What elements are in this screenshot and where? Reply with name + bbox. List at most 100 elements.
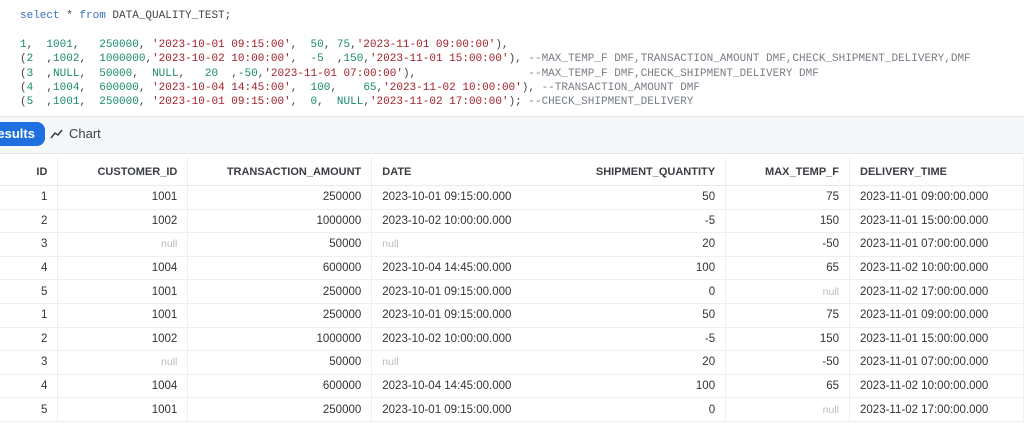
cell-shipment-quantity[interactable]: -5 (571, 327, 727, 352)
table-row[interactable]: 1 1001 250000 2023-10-01 09:15:00.000 50 75 20… (0, 185, 1024, 210)
cell-delivery-time[interactable]: 2023-11-01 09:00:00.000 (849, 303, 1024, 328)
cell-customer-id[interactable]: 1001 (57, 279, 189, 304)
code-token-punct: , (290, 82, 311, 95)
cell-max-temp-f[interactable]: 75 (725, 303, 851, 328)
sql-editor[interactable]: select * from DATA_QUALITY_TEST; 1, 1001… (0, 0, 1024, 116)
cell-customer-id[interactable]: 1004 (57, 374, 189, 399)
cell-date[interactable]: null (371, 232, 572, 257)
cell-customer-id[interactable]: 1004 (57, 256, 189, 281)
cell-transaction-amount[interactable]: 600000 (187, 374, 373, 399)
code-token-punct: , (33, 53, 54, 66)
cell-customer-id[interactable]: null (57, 350, 189, 375)
sql-code[interactable]: select * from DATA_QUALITY_TEST; 1, 1001… (20, 9, 971, 110)
cell-shipment-quantity[interactable]: -5 (571, 209, 727, 234)
cell-max-temp-f[interactable]: -50 (725, 232, 851, 257)
cell-shipment-quantity[interactable]: 100 (571, 256, 727, 281)
cell-transaction-amount[interactable]: 250000 (187, 397, 373, 422)
cell-max-temp-f[interactable]: 65 (725, 256, 851, 281)
cell-max-temp-f[interactable]: 150 (725, 209, 851, 234)
cell-max-temp-f[interactable]: -50 (725, 350, 851, 375)
code-token-punct: , (317, 96, 337, 109)
code-token-string: '2023-11-02 10:00:00' (383, 82, 522, 95)
cell-transaction-amount[interactable]: 250000 (187, 303, 373, 328)
table-row[interactable]: 5 1001 250000 2023-10-01 09:15:00.000 0 null 2… (0, 397, 1024, 422)
cell-date[interactable]: null (371, 350, 572, 375)
table-row[interactable]: 3 null 50000 null 20 -50 2023-11-01 07:00:00.0… (0, 350, 1024, 375)
cell-id[interactable]: 1 (0, 303, 59, 328)
column-header-id[interactable]: ID (0, 158, 59, 186)
cell-id[interactable]: 4 (0, 256, 59, 281)
table-row[interactable]: 2 1002 1000000 2023-10-02 10:00:00.000 -5 150… (0, 209, 1024, 234)
cell-shipment-quantity[interactable]: 0 (571, 397, 727, 422)
cell-shipment-quantity[interactable]: 50 (571, 303, 727, 328)
table-row[interactable]: 2 1002 1000000 2023-10-02 10:00:00.000 -5 150… (0, 327, 1024, 352)
cell-id[interactable]: 4 (0, 374, 59, 399)
cell-customer-id[interactable]: 1001 (57, 397, 189, 422)
cell-transaction-amount[interactable]: 1000000 (187, 327, 373, 352)
column-header-shipment-quantity[interactable]: SHIPMENT_QUANTITY (571, 158, 727, 186)
cell-delivery-time[interactable]: 2023-11-01 07:00:00.000 (849, 350, 1024, 375)
table-row[interactable]: 3 null 50000 null 20 -50 2023-11-01 07:00:00.0… (0, 232, 1024, 257)
column-header-transaction-amount[interactable]: TRANSACTION_AMOUNT (187, 158, 373, 186)
cell-date[interactable]: 2023-10-02 10:00:00.000 (371, 327, 572, 352)
cell-id[interactable]: 2 (0, 209, 59, 234)
cell-shipment-quantity[interactable]: 20 (571, 350, 727, 375)
cell-date[interactable]: 2023-10-01 09:15:00.000 (371, 397, 572, 422)
cell-shipment-quantity[interactable]: 100 (571, 374, 727, 399)
cell-id[interactable]: 5 (0, 397, 59, 422)
cell-transaction-amount[interactable]: 50000 (187, 350, 373, 375)
cell-shipment-quantity[interactable]: 0 (571, 279, 727, 304)
cell-max-temp-f[interactable]: 150 (725, 327, 851, 352)
table-row[interactable]: 4 1004 600000 2023-10-04 14:45:00.000 100 65 2… (0, 256, 1024, 281)
table-row[interactable]: 5 1001 250000 2023-10-01 09:15:00.000 0 null 2… (0, 279, 1024, 304)
cell-transaction-amount[interactable]: 600000 (187, 256, 373, 281)
cell-date[interactable]: 2023-10-01 09:15:00.000 (371, 185, 572, 210)
cell-delivery-time[interactable]: 2023-11-02 17:00:00.000 (849, 279, 1024, 304)
cell-customer-id[interactable]: 1001 (57, 303, 189, 328)
cell-delivery-time[interactable]: 2023-11-01 09:00:00.000 (849, 185, 1024, 210)
code-token-punct: , (132, 67, 153, 80)
cell-date[interactable]: 2023-10-04 14:45:00.000 (371, 256, 572, 281)
cell-max-temp-f[interactable]: 75 (725, 185, 851, 210)
cell-max-temp-f[interactable]: 65 (725, 374, 851, 399)
code-token-keyword: from (79, 10, 106, 22)
code-token-comment: --MAX_TEMP_F DMF,TRANSACTION_AMOUNT DMF,… (528, 53, 971, 66)
cell-customer-id[interactable]: 1002 (57, 327, 189, 352)
cell-delivery-time[interactable]: 2023-11-01 07:00:00.000 (849, 232, 1024, 257)
table-row[interactable]: 4 1004 600000 2023-10-04 14:45:00.000 100 65 2… (0, 374, 1024, 399)
cell-date[interactable]: 2023-10-04 14:45:00.000 (371, 374, 572, 399)
cell-id[interactable]: 3 (0, 350, 59, 375)
table-row[interactable]: 1 1001 250000 2023-10-01 09:15:00.000 50 75 20… (0, 303, 1024, 328)
chart-tab-button[interactable]: Chart (50, 122, 101, 146)
cell-shipment-quantity[interactable]: 20 (571, 232, 727, 257)
cell-date[interactable]: 2023-10-01 09:15:00.000 (371, 303, 572, 328)
column-header-delivery-time[interactable]: DELIVERY_TIME (849, 158, 1024, 186)
cell-id[interactable]: 3 (0, 232, 59, 257)
cell-delivery-time[interactable]: 2023-11-01 15:00:00.000 (849, 209, 1024, 234)
cell-date[interactable]: 2023-10-02 10:00:00.000 (371, 209, 572, 234)
cell-max-temp-f[interactable]: null (725, 397, 851, 422)
cell-shipment-quantity[interactable]: 50 (571, 185, 727, 210)
code-token-punct: * (59, 10, 80, 22)
cell-delivery-time[interactable]: 2023-11-02 10:00:00.000 (849, 256, 1024, 281)
column-header-max-temp-f[interactable]: MAX_TEMP_F (725, 158, 851, 186)
cell-delivery-time[interactable]: 2023-11-02 10:00:00.000 (849, 374, 1024, 399)
code-token-punct: ( (20, 53, 27, 66)
cell-id[interactable]: 1 (0, 185, 59, 210)
column-header-customer-id[interactable]: CUSTOMER_ID (57, 158, 189, 186)
cell-delivery-time[interactable]: 2023-11-01 15:00:00.000 (849, 327, 1024, 352)
results-tab-button[interactable]: Results (0, 122, 45, 146)
cell-customer-id[interactable]: 1001 (57, 185, 189, 210)
cell-transaction-amount[interactable]: 50000 (187, 232, 373, 257)
cell-delivery-time[interactable]: 2023-11-02 17:00:00.000 (849, 397, 1024, 422)
cell-transaction-amount[interactable]: 250000 (187, 185, 373, 210)
cell-max-temp-f[interactable]: null (725, 279, 851, 304)
cell-id[interactable]: 5 (0, 279, 59, 304)
cell-transaction-amount[interactable]: 250000 (187, 279, 373, 304)
cell-transaction-amount[interactable]: 1000000 (187, 209, 373, 234)
cell-id[interactable]: 2 (0, 327, 59, 352)
column-header-date[interactable]: DATE (371, 158, 572, 186)
cell-date[interactable]: 2023-10-01 09:15:00.000 (371, 279, 572, 304)
cell-customer-id[interactable]: null (57, 232, 189, 257)
cell-customer-id[interactable]: 1002 (57, 209, 189, 234)
